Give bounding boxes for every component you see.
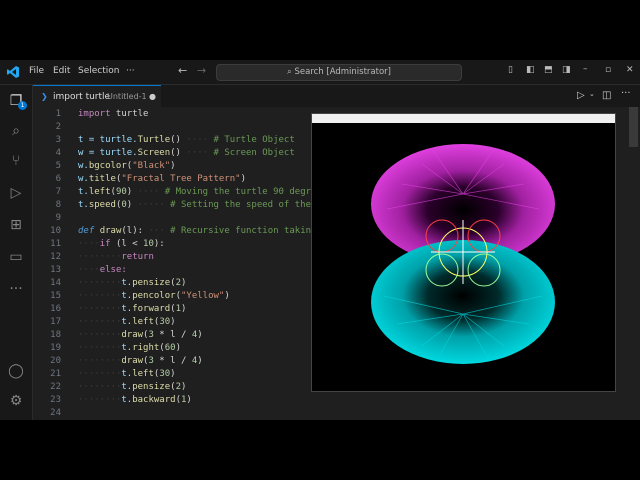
- unsaved-dot-icon[interactable]: ●: [149, 86, 156, 108]
- tab-filename: Untitled-1: [107, 92, 147, 101]
- minimize-icon[interactable]: –: [583, 64, 588, 74]
- line-number: 17: [50, 317, 61, 327]
- line-number: 10: [50, 226, 61, 236]
- code-line: ········t.backward(1): [78, 395, 192, 405]
- code-line: ····if (l < 10):: [78, 239, 165, 249]
- activity-bar: ❐ 1 ⌕ ⑂ ▷ ⊞ ▭ ··· ◯ ⚙: [0, 85, 33, 420]
- code-line: ········t.pencolor("Yellow"): [78, 291, 230, 301]
- search-sidebar-icon[interactable]: ⌕: [6, 121, 26, 141]
- line-number: 18: [50, 330, 61, 340]
- editor-tabs: ❯ import turtle Untitled-1 ● ▷ ⌄ ◫ ···: [33, 85, 640, 108]
- line-number: 20: [50, 356, 61, 366]
- back-arrow-icon[interactable]: ←: [178, 64, 187, 77]
- line-number: 3: [55, 135, 61, 145]
- code-line: w.bgcolor("Black"): [78, 161, 176, 171]
- line-number: 21: [50, 369, 61, 379]
- editor-more-actions-icon[interactable]: ···: [621, 88, 631, 99]
- restore-icon[interactable]: ▫: [605, 65, 611, 75]
- line-number: 12: [50, 252, 61, 262]
- menu-more[interactable]: ···: [126, 66, 135, 76]
- line-number: 11: [50, 239, 61, 249]
- forward-arrow-icon[interactable]: →: [197, 64, 206, 77]
- code-line: t.speed(0) ····· # Setting the speed of …: [78, 200, 328, 210]
- code-line: ····else:: [78, 265, 127, 275]
- code-line: t.left(90) ···· # Moving the turtle 90 d…: [78, 187, 322, 197]
- line-number: 7: [55, 187, 61, 197]
- editor-scrollbar[interactable]: [629, 107, 638, 147]
- line-number: 4: [55, 148, 61, 158]
- vscode-logo-icon: [7, 66, 19, 78]
- letterbox-top: [0, 0, 640, 60]
- code-line: ········draw(3 * l / 4): [78, 330, 203, 340]
- line-number: 23: [50, 395, 61, 405]
- code-line: ········t.left(30): [78, 317, 176, 327]
- more-views-icon[interactable]: ···: [6, 279, 26, 299]
- account-icon[interactable]: ◯: [6, 361, 26, 381]
- line-number: 5: [55, 161, 61, 171]
- menu-selection[interactable]: Selection: [78, 66, 119, 76]
- line-number: 1: [55, 109, 61, 119]
- turtle-graphics-window[interactable]: [311, 113, 616, 392]
- remote-explorer-icon[interactable]: ▭: [6, 247, 26, 267]
- toggle-panel-icon[interactable]: ⬒: [544, 65, 553, 75]
- toggle-sidebar-icon[interactable]: ◧: [526, 65, 535, 75]
- line-number: 19: [50, 343, 61, 353]
- menu-edit[interactable]: Edit: [53, 66, 70, 76]
- customize-layout-icon[interactable]: ▯: [508, 65, 513, 75]
- line-number: 8: [55, 200, 61, 210]
- line-number: 2: [55, 122, 61, 132]
- line-number: 22: [50, 382, 61, 392]
- line-number: 13: [50, 265, 61, 275]
- line-number: 15: [50, 291, 61, 301]
- menu-file[interactable]: File: [29, 66, 44, 76]
- code-line: ········t.left(30): [78, 369, 176, 379]
- fractal-tree-drawing: [371, 144, 555, 364]
- code-line: t = turtle.Turtle() ···· # Turtle Object: [78, 135, 295, 145]
- line-number: 14: [50, 278, 61, 288]
- title-bar: File Edit Selection ··· ← → ⌕ Search [Ad…: [0, 60, 640, 85]
- explorer-badge: 1: [18, 101, 27, 110]
- code-line: import turtle: [78, 109, 149, 119]
- code-line: ········t.pensize(2): [78, 382, 187, 392]
- vscode-window: File Edit Selection ··· ← → ⌕ Search [Ad…: [0, 60, 640, 420]
- line-number: 9: [55, 213, 61, 223]
- close-icon[interactable]: ✕: [626, 65, 634, 75]
- toggle-secondary-sidebar-icon[interactable]: ◨: [562, 65, 571, 75]
- letterbox-bottom: [0, 420, 640, 480]
- code-line: w = turtle.Screen() ···· # Screen Object: [78, 148, 295, 158]
- code-line: ········t.forward(1): [78, 304, 187, 314]
- code-line: ········draw(3 * l / 4): [78, 356, 203, 366]
- code-line: w.title("Fractal Tree Pattern"): [78, 174, 246, 184]
- turtle-window-titlebar[interactable]: [312, 114, 615, 123]
- run-dropdown-chevron-icon[interactable]: ⌄: [589, 90, 595, 98]
- tab-title: import turtle: [53, 92, 111, 102]
- run-python-file-icon[interactable]: ▷: [577, 90, 585, 101]
- run-debug-icon[interactable]: ▷: [6, 183, 26, 203]
- line-number: 24: [50, 408, 61, 418]
- python-file-icon: ❯: [41, 92, 48, 101]
- line-number: 16: [50, 304, 61, 314]
- extensions-icon[interactable]: ⊞: [6, 215, 26, 235]
- split-editor-icon[interactable]: ◫: [602, 90, 611, 101]
- code-line: def draw(l): ··· # Recursive function ta…: [78, 226, 328, 236]
- manage-gear-icon[interactable]: ⚙: [6, 391, 26, 411]
- source-control-icon[interactable]: ⑂: [6, 151, 26, 171]
- line-number: 6: [55, 174, 61, 184]
- code-line: ········return: [78, 252, 154, 262]
- code-line: ········t.pensize(2): [78, 278, 187, 288]
- code-line: ········t.right(60): [78, 343, 181, 353]
- tab-untitled-1[interactable]: ❯ import turtle Untitled-1 ●: [33, 85, 161, 108]
- command-center-search[interactable]: ⌕ Search [Administrator]: [216, 64, 462, 81]
